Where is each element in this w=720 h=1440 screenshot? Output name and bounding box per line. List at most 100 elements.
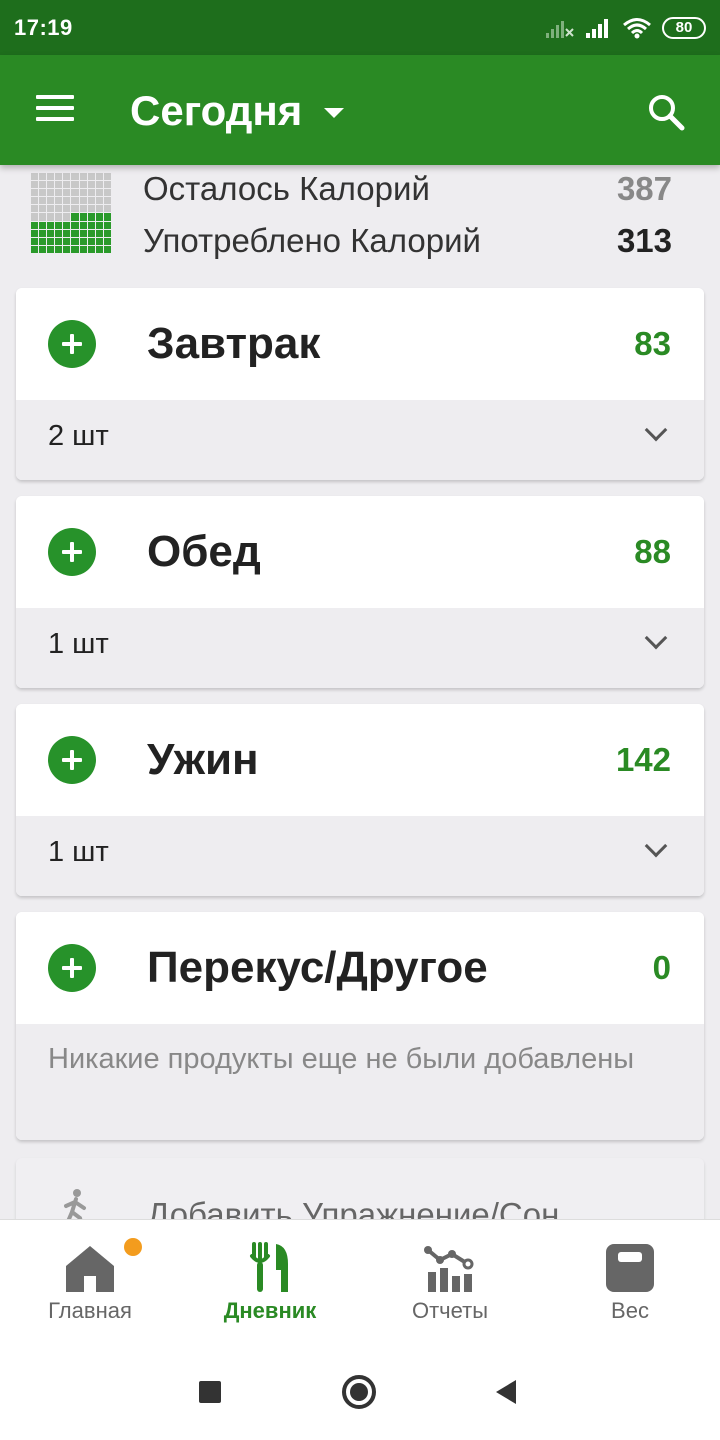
consumed-value: 313 <box>616 222 672 259</box>
grid-cell <box>63 221 71 229</box>
grid-cell <box>39 213 47 221</box>
grid-cell <box>103 229 111 237</box>
calorie-grid-icon <box>31 173 111 253</box>
grid-cell <box>71 181 79 189</box>
grid-cell <box>31 237 39 245</box>
grid-cell <box>39 189 47 197</box>
grid-cell <box>95 229 103 237</box>
grid-cell <box>79 189 87 197</box>
add-food-button[interactable] <box>48 320 96 368</box>
grid-cell <box>31 221 39 229</box>
meal-header[interactable]: Обед 88 <box>16 496 704 608</box>
grid-cell <box>47 213 55 221</box>
meal-name: Завтрак <box>147 319 321 368</box>
grid-cell <box>55 197 63 205</box>
nav-item-weight[interactable]: Вес <box>540 1220 720 1345</box>
meal-header[interactable]: Завтрак 83 <box>16 288 704 400</box>
search-icon[interactable] <box>646 92 686 132</box>
nav-item-diary[interactable]: Дневник <box>180 1220 360 1345</box>
grid-cell <box>95 237 103 245</box>
grid-cell <box>95 245 103 253</box>
meal-items-toggle[interactable]: 1 шт <box>16 816 704 896</box>
grid-cell <box>71 205 79 213</box>
grid-cell <box>71 173 79 181</box>
meal-items-toggle[interactable]: 1 шт <box>16 608 704 688</box>
signal-x-icon <box>546 20 574 38</box>
grid-cell <box>63 245 71 253</box>
nav-label: Дневник <box>223 1298 317 1323</box>
meal-calories: 0 <box>652 949 671 986</box>
grid-cell <box>31 205 39 213</box>
grid-cell <box>47 229 55 237</box>
grid-cell <box>55 189 63 197</box>
recents-button[interactable] <box>199 1381 221 1403</box>
grid-cell <box>55 213 63 221</box>
menu-icon[interactable] <box>36 95 74 125</box>
grid-cell <box>79 197 87 205</box>
grid-cell <box>47 221 55 229</box>
grid-cell <box>103 181 111 189</box>
meal-calories: 83 <box>634 325 671 362</box>
grid-cell <box>55 205 63 213</box>
add-food-button[interactable] <box>48 944 96 992</box>
grid-cell <box>79 205 87 213</box>
grid-cell <box>71 189 79 197</box>
grid-cell <box>87 221 95 229</box>
grid-cell <box>103 173 111 181</box>
grid-cell <box>95 221 103 229</box>
grid-cell <box>31 213 39 221</box>
nav-label: Главная <box>48 1298 132 1323</box>
grid-cell <box>63 213 71 221</box>
status-icons: 80 <box>544 16 706 39</box>
grid-cell <box>95 173 103 181</box>
grid-cell <box>55 173 63 181</box>
grid-cell <box>87 213 95 221</box>
add-food-button[interactable] <box>48 528 96 576</box>
fork-knife-icon <box>250 1242 288 1292</box>
grid-cell <box>87 173 95 181</box>
grid-cell <box>87 197 95 205</box>
scale-icon <box>606 1244 654 1292</box>
back-button[interactable] <box>496 1380 516 1404</box>
grid-cell <box>71 237 79 245</box>
grid-cell <box>39 245 47 253</box>
grid-cell <box>79 213 87 221</box>
nav-label: Вес <box>611 1298 649 1323</box>
grid-cell <box>47 237 55 245</box>
grid-cell <box>95 197 103 205</box>
chevron-down-icon <box>644 626 668 650</box>
meal-item-count: 1 шт <box>48 627 109 660</box>
grid-cell <box>47 189 55 197</box>
grid-cell <box>47 205 55 213</box>
grid-cell <box>39 221 47 229</box>
meal-header[interactable]: Ужин 142 <box>16 704 704 816</box>
chevron-down-icon <box>644 834 668 858</box>
grid-cell <box>71 197 79 205</box>
meal-calories: 88 <box>634 533 671 570</box>
nav-item-reports[interactable]: Отчеты <box>360 1220 540 1345</box>
meal-header[interactable]: Перекус/Другое 0 <box>16 912 704 1024</box>
date-selector[interactable]: Сегодня <box>130 83 345 139</box>
meal-card-snack: Перекус/Другое 0 Никакие продукты еще не… <box>16 912 704 1140</box>
bottom-nav: Главная Дневник Отчеты Вес <box>0 1219 720 1344</box>
nav-item-home[interactable]: Главная <box>0 1220 180 1345</box>
meal-card-lunch: Обед 88 1 шт <box>16 496 704 688</box>
meal-item-count: 1 шт <box>48 835 109 868</box>
home-button[interactable] <box>342 1375 376 1409</box>
meal-items-toggle[interactable]: 2 шт <box>16 400 704 480</box>
status-time: 17:19 <box>14 14 73 40</box>
add-food-button[interactable] <box>48 736 96 784</box>
grid-cell <box>63 205 71 213</box>
grid-cell <box>103 189 111 197</box>
battery-icon: 80 <box>662 16 706 39</box>
grid-cell <box>95 205 103 213</box>
meal-name: Ужин <box>147 735 259 784</box>
grid-cell <box>87 205 95 213</box>
grid-cell <box>39 237 47 245</box>
notification-badge <box>124 1238 142 1256</box>
grid-cell <box>79 181 87 189</box>
grid-cell <box>31 245 39 253</box>
grid-cell <box>31 229 39 237</box>
grid-cell <box>71 245 79 253</box>
grid-cell <box>47 197 55 205</box>
